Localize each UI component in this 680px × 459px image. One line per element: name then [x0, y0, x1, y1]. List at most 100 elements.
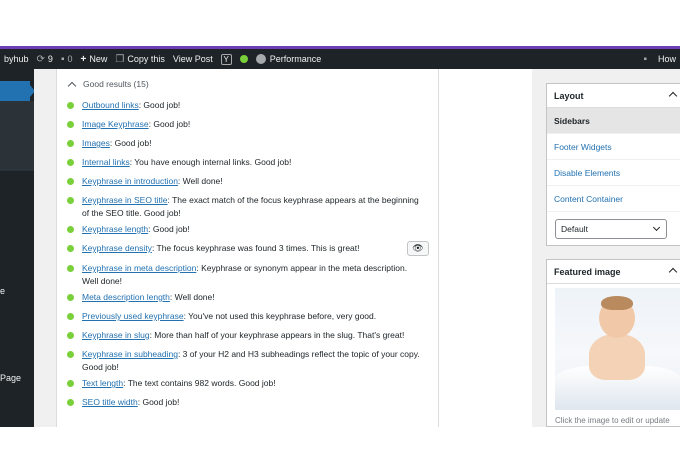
yoast-menu[interactable]: Y	[217, 49, 236, 69]
result-link[interactable]: Keyphrase in SEO title	[82, 195, 168, 205]
result-item: Images: Good job!	[67, 137, 423, 150]
result-text: : Well done!	[169, 292, 215, 302]
featured-image-title: Featured image	[554, 266, 621, 277]
result-link[interactable]: Previously used keyphrase	[82, 311, 184, 321]
sidebar-item-label[interactable]: e	[0, 286, 5, 296]
result-item: Meta description length: Well done!	[67, 291, 423, 304]
result-text: : Good job!	[148, 224, 190, 234]
result-link[interactable]: Keyphrase in slug	[82, 330, 150, 340]
performance-label: Performance	[269, 54, 322, 64]
refresh-icon: ⟳	[36, 53, 45, 65]
layout-tab-sidebars[interactable]: Sidebars	[547, 108, 680, 134]
layout-tab-label: Footer Widgets	[554, 141, 612, 152]
result-item: Previously used keyphrase: You've not us…	[67, 310, 423, 323]
result-link[interactable]: Keyphrase in meta description	[82, 263, 196, 273]
result-link[interactable]: Keyphrase length	[82, 224, 148, 234]
layout-metabox-header[interactable]: Layout	[547, 84, 680, 108]
layout-tab-content-container[interactable]: Content Container	[547, 186, 680, 212]
copy-this-link[interactable]: ❐ Copy this	[111, 49, 169, 69]
result-text: : Good job!	[137, 397, 180, 407]
bell-icon: ▪	[643, 53, 647, 65]
result-item: Keyphrase in subheading: 3 of your H2 an…	[67, 348, 423, 374]
result-item: Keyphrase in SEO title: The exact match …	[67, 194, 423, 220]
view-post-label: View Post	[172, 54, 213, 64]
sidebar-item-label[interactable]: Page	[0, 373, 21, 383]
result-link[interactable]: Images	[82, 138, 110, 148]
new-content-link[interactable]: + New	[77, 49, 112, 69]
result-item: Keyphrase in slug: More than half of you…	[67, 329, 423, 342]
copy-label: Copy this	[127, 54, 165, 64]
good-status-dot-icon	[67, 121, 74, 128]
good-status-dot-icon	[67, 399, 74, 406]
account-link[interactable]: How	[654, 49, 680, 69]
result-link[interactable]: Meta description length	[82, 292, 170, 302]
seo-score-indicator[interactable]	[236, 49, 252, 69]
result-link[interactable]: SEO title width	[82, 397, 138, 407]
updates-link[interactable]: ⟳ 9	[33, 49, 57, 69]
good-status-dot-icon	[67, 313, 74, 320]
result-text: : Well done!	[177, 176, 223, 186]
result-link[interactable]: Keyphrase in subheading	[82, 349, 178, 359]
result-link[interactable]: Keyphrase in introduction	[82, 176, 178, 186]
eye-icon: 👁	[412, 243, 424, 253]
page: byhub ⟳ 9 ▪ 0 + New ❐ Copy this View Pos…	[0, 0, 680, 459]
result-text: : Good job!	[148, 119, 191, 129]
layout-tab-disable-elements[interactable]: Disable Elements	[547, 160, 680, 186]
performance-link[interactable]: Performance	[252, 49, 326, 69]
featured-image-thumbnail[interactable]	[555, 288, 680, 410]
good-status-dot-icon	[67, 351, 74, 358]
result-link[interactable]: Internal links	[82, 157, 130, 167]
good-status-dot-icon	[67, 245, 74, 252]
site-name-link[interactable]: byhub	[0, 49, 33, 69]
result-text: : Good job!	[138, 100, 181, 110]
result-link[interactable]: Outbound links	[82, 100, 139, 110]
new-label: New	[89, 54, 108, 64]
comment-icon: ▪	[60, 53, 65, 65]
result-item: Keyphrase length: Good job!	[67, 223, 423, 236]
good-status-dot-icon	[67, 102, 74, 109]
select-value: Default	[561, 224, 588, 234]
layout-tab-footer-widgets[interactable]: Footer Widgets	[547, 134, 680, 160]
sidebar-layout-select[interactable]: Default	[555, 219, 667, 239]
result-text: : Good job!	[109, 138, 152, 148]
notification-link[interactable]: ▪	[639, 49, 654, 69]
result-item: Internal links: You have enough internal…	[67, 156, 423, 169]
good-status-dot-icon	[67, 159, 74, 166]
good-status-dot-icon	[67, 265, 74, 272]
plus-icon: +	[80, 53, 87, 65]
sidebar-active-item[interactable]	[0, 81, 30, 101]
chevron-up-icon[interactable]	[668, 267, 678, 277]
admin-sidebar: e Page	[0, 69, 34, 427]
result-link[interactable]: Text length	[82, 378, 123, 388]
chevron-up-icon[interactable]	[668, 91, 678, 101]
good-status-dot-icon	[67, 380, 74, 387]
good-status-dot-icon	[67, 178, 74, 185]
layout-tab-label: Sidebars	[554, 115, 590, 126]
layout-tab-label: Content Container	[554, 193, 623, 204]
layout-title: Layout	[554, 90, 584, 101]
seo-analysis-panel: Good results (15) Outbound links: Good j…	[56, 69, 439, 427]
result-text: : More than half of your keyphrase appea…	[149, 330, 405, 340]
result-link[interactable]: Image Keyphrase	[82, 119, 149, 129]
result-item: Keyphrase in introduction: Well done!	[67, 175, 423, 188]
page-bottom	[0, 427, 680, 459]
chevron-down-icon	[652, 223, 661, 232]
good-status-dot-icon	[67, 294, 74, 301]
comments-link[interactable]: ▪ 0	[57, 49, 77, 69]
comments-count: 0	[67, 54, 73, 64]
result-item: Text length: The text contains 982 words…	[67, 377, 423, 390]
good-results-toggle[interactable]: Good results (15)	[67, 79, 149, 90]
highlight-eye-button[interactable]: 👁	[407, 241, 429, 256]
result-item: Outbound links: Good job!	[67, 99, 423, 112]
good-score-dot-icon	[239, 55, 248, 63]
featured-image-metabox: Featured image Click the image to edit o…	[546, 259, 680, 427]
site-name: byhub	[4, 54, 29, 64]
featured-image-caption: Click the image to edit or update	[555, 416, 670, 425]
result-text: : You've not used this keyphrase before,…	[183, 311, 377, 321]
view-post-link[interactable]: View Post	[169, 49, 217, 69]
featured-image-header[interactable]: Featured image	[547, 260, 680, 284]
copy-icon: ❐	[115, 53, 125, 65]
sidebar-submenu	[0, 101, 34, 171]
yoast-logo-icon: Y	[220, 53, 232, 65]
result-link[interactable]: Keyphrase density	[82, 243, 152, 253]
